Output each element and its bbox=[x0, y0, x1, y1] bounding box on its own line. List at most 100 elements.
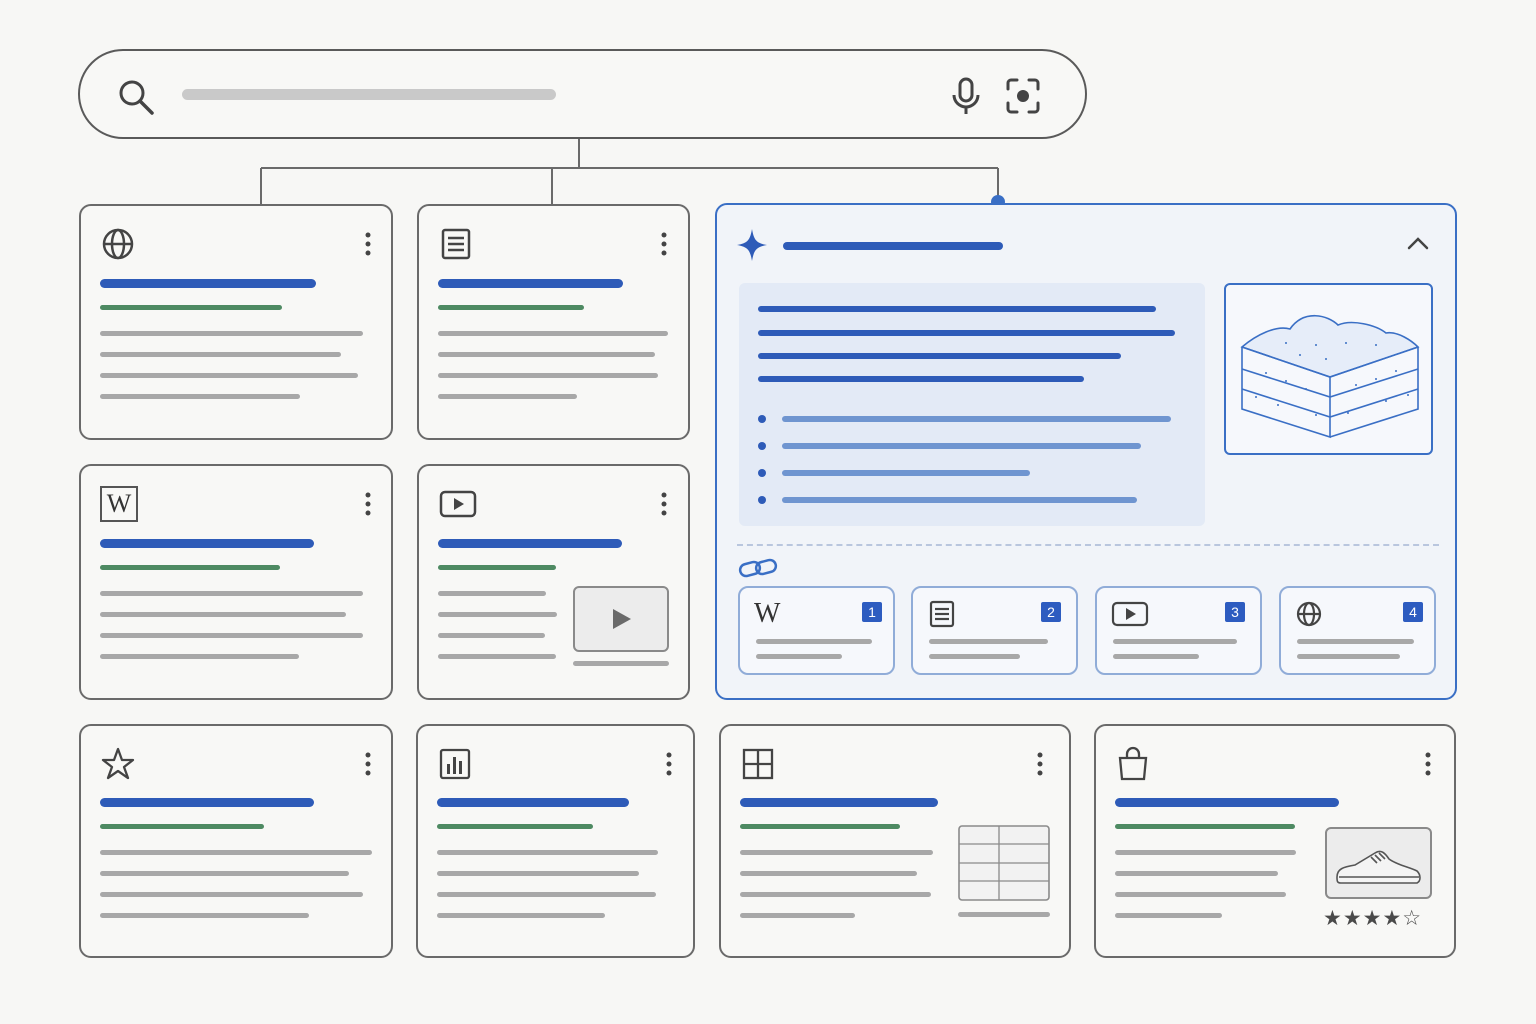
result-snippet bbox=[437, 913, 605, 918]
more-options-icon[interactable] bbox=[657, 230, 671, 260]
video-thumbnail[interactable] bbox=[573, 586, 669, 652]
result-snippet bbox=[100, 913, 309, 918]
video-duration-line bbox=[573, 661, 669, 666]
wikipedia-icon: W bbox=[100, 486, 138, 522]
search-bar[interactable] bbox=[78, 49, 1087, 139]
wikipedia-icon: W bbox=[754, 598, 781, 629]
result-url bbox=[100, 305, 282, 310]
result-snippet bbox=[100, 633, 363, 638]
result-card-article[interactable] bbox=[417, 204, 690, 440]
result-snippet bbox=[438, 373, 658, 378]
result-title[interactable] bbox=[100, 798, 314, 807]
result-snippet bbox=[438, 591, 546, 596]
source-card-4[interactable]: 4 bbox=[1279, 586, 1436, 675]
result-card-shopping[interactable]: ★★★★☆ bbox=[1094, 724, 1456, 958]
result-url bbox=[438, 565, 556, 570]
globe-icon bbox=[1296, 601, 1322, 627]
result-snippet bbox=[438, 633, 545, 638]
sparkle-icon bbox=[737, 229, 767, 261]
source-title-line bbox=[1113, 654, 1199, 659]
bullet-dot bbox=[758, 496, 766, 504]
product-image[interactable] bbox=[1325, 827, 1432, 899]
source-title-line bbox=[929, 654, 1020, 659]
table-preview[interactable] bbox=[958, 825, 1050, 901]
result-snippet bbox=[437, 850, 658, 855]
link-icon bbox=[738, 558, 778, 578]
result-card-wikipedia[interactable]: W bbox=[79, 464, 393, 700]
globe-icon bbox=[102, 228, 134, 260]
result-title[interactable] bbox=[100, 539, 314, 548]
ai-overview-title bbox=[783, 242, 1003, 250]
result-url bbox=[438, 305, 584, 310]
search-icon[interactable] bbox=[116, 77, 156, 117]
source-card-2[interactable]: 2 bbox=[911, 586, 1078, 675]
result-card-web[interactable] bbox=[79, 204, 393, 440]
result-snippet bbox=[100, 654, 299, 659]
more-options-icon[interactable] bbox=[657, 490, 671, 520]
sneaker-image bbox=[1336, 850, 1421, 884]
result-card-table[interactable] bbox=[719, 724, 1071, 958]
more-options-icon[interactable] bbox=[361, 230, 375, 260]
ai-overview-panel[interactable]: W 1 2 3 4 bbox=[715, 203, 1457, 700]
result-title[interactable] bbox=[100, 279, 316, 288]
result-snippet bbox=[438, 612, 557, 617]
result-snippet bbox=[1115, 871, 1278, 876]
table-caption-line bbox=[958, 912, 1050, 917]
more-options-icon[interactable] bbox=[662, 750, 676, 780]
star-icon bbox=[101, 747, 135, 780]
source-number-badge: 2 bbox=[1041, 602, 1061, 622]
play-icon bbox=[1111, 601, 1149, 627]
result-url bbox=[1115, 824, 1295, 829]
result-snippet bbox=[100, 871, 349, 876]
source-card-1[interactable]: W 1 bbox=[738, 586, 895, 675]
result-snippet bbox=[740, 913, 855, 918]
source-number-badge: 4 bbox=[1403, 602, 1423, 622]
play-icon bbox=[439, 490, 477, 518]
result-snippet bbox=[437, 871, 639, 876]
result-title[interactable] bbox=[740, 798, 938, 807]
more-options-icon[interactable] bbox=[361, 490, 375, 520]
result-title[interactable] bbox=[1115, 798, 1339, 807]
star-rating: ★★★★☆ bbox=[1323, 906, 1423, 930]
terrain-illustration bbox=[1224, 283, 1433, 455]
bullet-line bbox=[782, 470, 1030, 476]
play-icon[interactable] bbox=[575, 588, 667, 650]
more-options-icon[interactable] bbox=[1421, 750, 1435, 780]
chevron-up-icon[interactable] bbox=[1405, 235, 1431, 251]
bullet-line bbox=[782, 443, 1141, 449]
result-snippet bbox=[100, 591, 363, 596]
source-card-3[interactable]: 3 bbox=[1095, 586, 1262, 675]
more-options-icon[interactable] bbox=[1033, 750, 1047, 780]
result-snippet bbox=[438, 654, 556, 659]
summary-line bbox=[758, 330, 1175, 336]
source-title-line bbox=[929, 639, 1048, 644]
source-title-line bbox=[1113, 639, 1237, 644]
source-title-line bbox=[1297, 654, 1400, 659]
result-card-statistics[interactable] bbox=[416, 724, 695, 958]
source-title-line bbox=[1297, 639, 1414, 644]
more-options-icon[interactable] bbox=[361, 750, 375, 780]
result-url bbox=[437, 824, 593, 829]
bullet-line bbox=[782, 497, 1137, 503]
result-title[interactable] bbox=[437, 798, 629, 807]
result-snippet bbox=[1115, 850, 1296, 855]
camera-lens-icon[interactable] bbox=[1002, 75, 1044, 117]
result-snippet bbox=[1115, 913, 1222, 918]
result-snippet bbox=[740, 871, 917, 876]
document-icon bbox=[929, 600, 955, 628]
result-card-review[interactable] bbox=[79, 724, 393, 958]
result-snippet bbox=[740, 892, 931, 897]
result-card-video[interactable] bbox=[417, 464, 690, 700]
bullet-dot bbox=[758, 469, 766, 477]
document-icon bbox=[441, 228, 471, 260]
search-input[interactable] bbox=[182, 89, 556, 100]
bullet-dot bbox=[758, 442, 766, 450]
result-snippet bbox=[100, 352, 341, 357]
result-title[interactable] bbox=[438, 279, 623, 288]
microphone-icon[interactable] bbox=[946, 75, 986, 117]
result-url bbox=[100, 565, 280, 570]
result-url bbox=[740, 824, 900, 829]
source-title-line bbox=[756, 654, 842, 659]
result-title[interactable] bbox=[438, 539, 622, 548]
bullet-line bbox=[782, 416, 1171, 422]
